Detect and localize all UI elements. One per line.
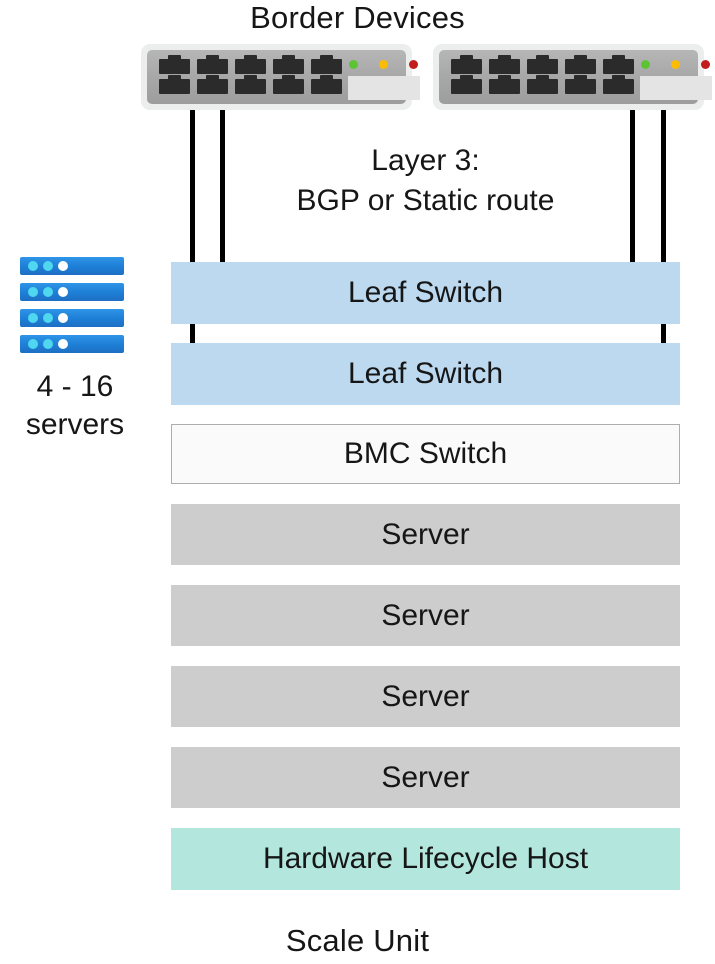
status-led-amber-icon (379, 60, 388, 69)
server-stack-bar (20, 335, 124, 353)
ethernet-port-icon (159, 55, 190, 74)
ethernet-port-icon (235, 55, 266, 74)
rack-row-server-1[interactable]: Server (171, 504, 680, 565)
server-count-line-2: servers (25, 408, 125, 441)
port-grid (159, 55, 349, 96)
rack-row-bmc-switch[interactable]: BMC Switch (171, 424, 680, 484)
server-stack-bar (20, 309, 124, 327)
switch-display-panel (640, 76, 712, 100)
scale-unit-diagram: Border Devices Layer 3: BGP or Static ro… (0, 0, 715, 964)
ethernet-port-icon (235, 75, 266, 94)
ethernet-port-icon (273, 75, 304, 94)
status-led-green-icon (349, 60, 358, 69)
ethernet-port-icon (451, 55, 482, 74)
status-led-red-icon (409, 60, 418, 69)
ethernet-port-icon (197, 75, 228, 94)
ethernet-port-icon (489, 75, 520, 94)
ethernet-port-icon (489, 55, 520, 74)
server-count-line-1: 4 - 16 (36, 370, 114, 403)
server-count-label: 4 - 16 servers (0, 368, 150, 444)
layer3-annotation-line-1: Layer 3: (371, 144, 480, 177)
server-stack-icon (20, 257, 124, 353)
server-led-icon (43, 261, 53, 271)
switch-display-panel (348, 76, 420, 100)
server-led-icon (28, 261, 38, 271)
ethernet-port-icon (273, 55, 304, 74)
switch-faceplate (439, 50, 712, 104)
scale-unit-label: Scale Unit (285, 923, 430, 958)
ethernet-port-icon (527, 55, 558, 74)
ethernet-port-icon (527, 75, 558, 94)
layer3-annotation-line-2: BGP or Static route (296, 184, 555, 217)
ethernet-port-icon (603, 55, 634, 74)
rack-row-server-2[interactable]: Server (171, 585, 680, 646)
ethernet-port-icon (451, 75, 482, 94)
ethernet-port-icon (197, 55, 228, 74)
border-device-switch-2[interactable] (433, 44, 712, 110)
border-devices-title: Border Devices (250, 0, 465, 35)
server-stack-bar (20, 257, 124, 275)
border-device-switch-1[interactable] (141, 44, 420, 110)
server-led-icon (43, 313, 53, 323)
rack-row-server-3[interactable]: Server (171, 666, 680, 727)
status-led-amber-icon (671, 60, 680, 69)
rack-row-leaf-switch-1[interactable]: Leaf Switch (171, 262, 680, 324)
rack-row-hardware-lifecycle-host[interactable]: Hardware Lifecycle Host (171, 828, 680, 890)
ethernet-port-icon (603, 75, 634, 94)
status-led-red-icon (701, 60, 710, 69)
server-led-icon (28, 313, 38, 323)
port-grid (451, 55, 641, 96)
server-led-icon (43, 287, 53, 297)
server-led-icon (58, 261, 68, 271)
layer3-annotation: Layer 3: BGP or Static route (171, 141, 680, 221)
rack-row-server-4[interactable]: Server (171, 747, 680, 808)
server-stack-bar (20, 283, 124, 301)
ethernet-port-icon (565, 75, 596, 94)
server-led-icon (58, 287, 68, 297)
switch-faceplate (147, 50, 420, 104)
status-led-green-icon (641, 60, 650, 69)
server-led-icon (28, 287, 38, 297)
rack-row-leaf-switch-2[interactable]: Leaf Switch (171, 343, 680, 405)
ethernet-port-icon (565, 55, 596, 74)
server-led-icon (43, 339, 53, 349)
server-led-icon (58, 339, 68, 349)
server-led-icon (28, 339, 38, 349)
ethernet-port-icon (311, 75, 342, 94)
server-led-icon (58, 313, 68, 323)
ethernet-port-icon (311, 55, 342, 74)
ethernet-port-icon (159, 75, 190, 94)
